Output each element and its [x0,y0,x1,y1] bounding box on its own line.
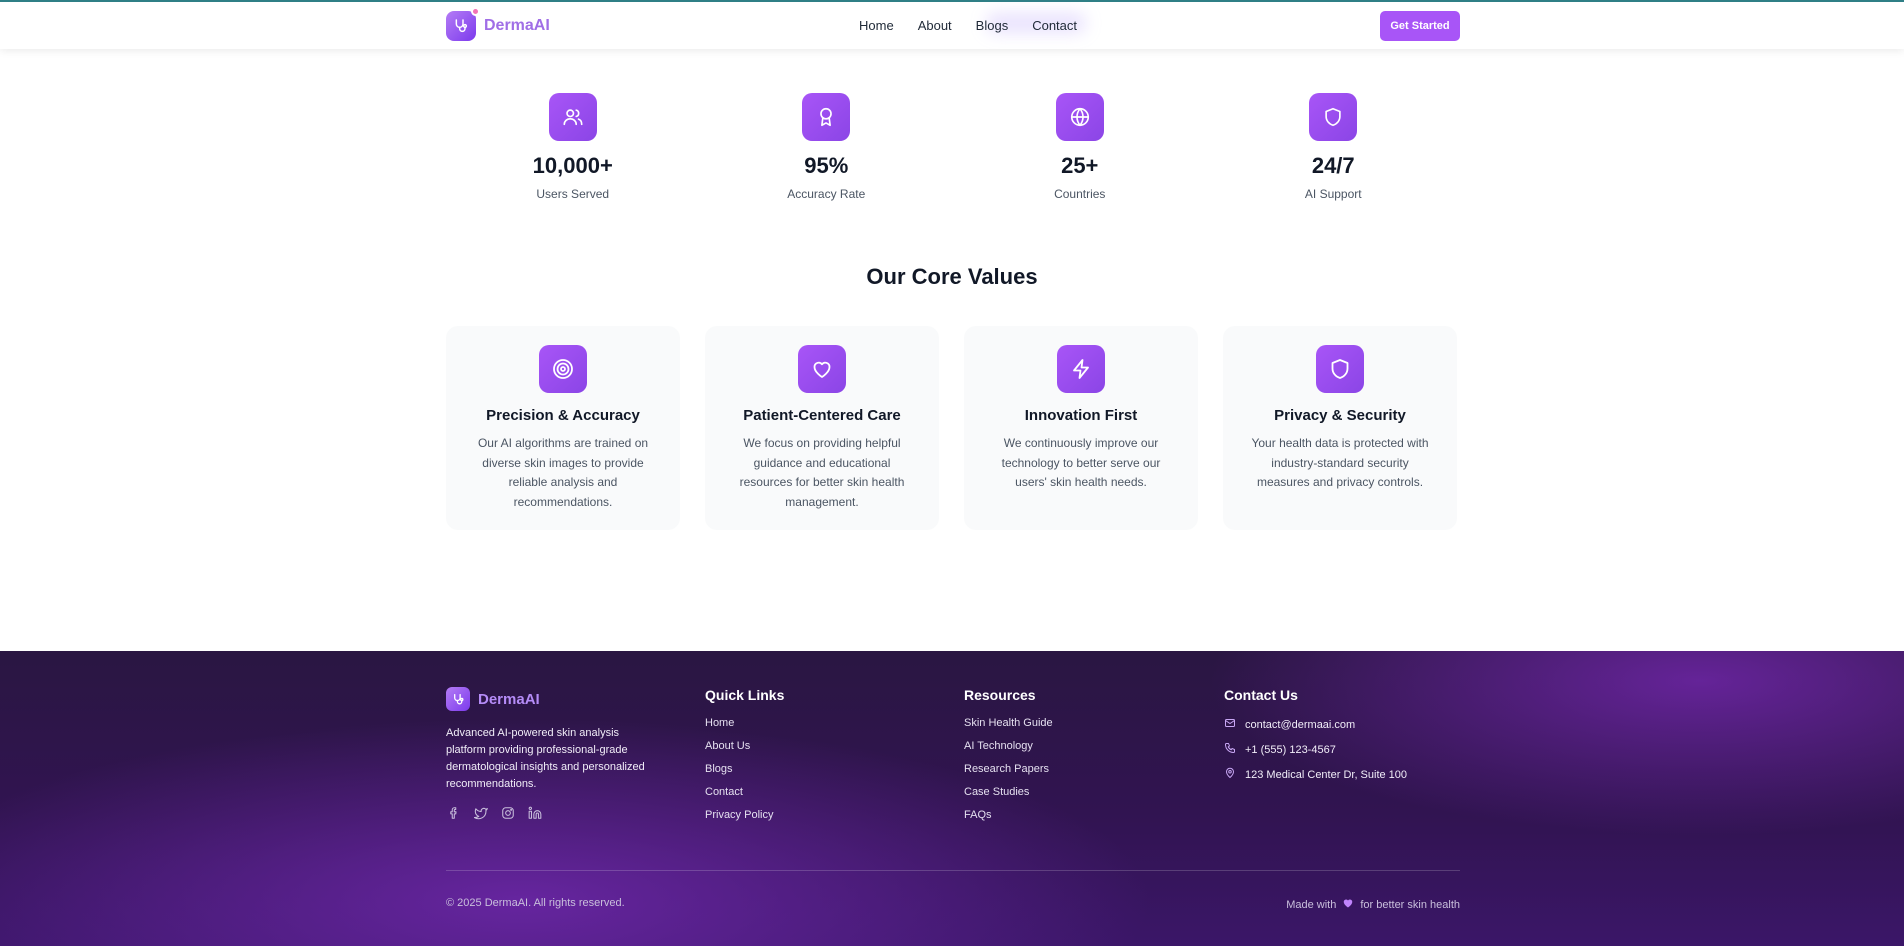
quick-links-list: Home About Us Blogs Contact Privacy Poli… [705,717,784,821]
heart-icon [1342,897,1354,912]
stat-label: Countries [1054,187,1106,201]
stethoscope-icon [446,6,480,41]
brand-name: DermaAI [484,16,550,34]
notification-dot [471,6,480,16]
value-card-innovation: Innovation First We continuously improve… [964,326,1198,530]
made-suffix: for better skin health [1360,898,1460,911]
stat-accuracy: 95% Accuracy Rate [700,93,954,201]
card-text: We focus on providing helpful guidance a… [739,436,905,509]
contact-email-text: contact@dermaai.com [1245,718,1356,731]
target-icon [539,345,587,393]
footer-brand-column: DermaAI Advanced AI-powered skin analysi… [446,687,661,821]
instagram-icon[interactable] [500,805,516,821]
value-card-patient: Patient-Centered Care We focus on provid… [705,326,939,530]
social-links [446,805,661,821]
made-with-love: Made with for better skin health [1286,897,1460,912]
value-card-privacy: Privacy & Security Your health data is p… [1223,326,1457,530]
nav-blogs[interactable]: Blogs [976,18,1009,33]
card-title: Innovation First [1024,407,1138,424]
card-title: Precision & Accuracy [486,407,640,424]
contact-phone[interactable]: +1 (555) 123-4567 [1224,742,1407,757]
phone-icon [1224,742,1236,757]
made-prefix: Made with [1286,898,1337,911]
contact-address: 123 Medical Center Dr, Suite 100 [1224,767,1407,782]
stat-value: 25+ [1061,153,1099,178]
heart-icon [798,345,846,393]
stat-countries: 25+ Countries [953,93,1207,201]
nav-home[interactable]: Home [859,18,894,33]
card-text: We continuously improve our technology t… [1001,436,1161,489]
contact-email[interactable]: contact@dermaai.com [1224,717,1407,732]
quick-links-title: Quick Links [705,687,785,703]
footer-quick-links: Quick Links Home About Us Blogs Contact … [705,687,784,832]
linkedin-icon[interactable] [527,805,543,821]
contact-title: Contact Us [1224,687,1298,703]
map-pin-icon [1224,767,1236,782]
footer-link-home[interactable]: Home [705,717,784,729]
twitter-icon[interactable] [473,805,489,821]
navbar-inner: DermaAI Home About Blogs Contact Get Sta… [446,2,1460,49]
footer-brand[interactable]: DermaAI [446,687,661,711]
footer-link-about[interactable]: About Us [705,740,784,752]
footer-description: Advanced AI-powered skin analysis platfo… [446,727,645,790]
stat-label: AI Support [1304,187,1362,201]
footer-link-case-studies[interactable]: Case Studies [964,786,1053,798]
top-navbar: DermaAI Home About Blogs Contact Get Sta… [0,0,1904,49]
shield-icon [1309,93,1358,141]
resources-list: Skin Health Guide AI Technology Research… [964,717,1053,821]
footer-contact: Contact Us contact@dermaai.com +1 (555) … [1224,687,1407,792]
mail-icon [1224,717,1236,732]
footer-brand-name: DermaAI [478,690,540,708]
stat-value: 24/7 [1311,153,1355,178]
stat-label: Accuracy Rate [787,187,866,201]
users-icon [548,93,597,141]
contact-address-text: 123 Medical Center Dr, Suite 100 [1245,768,1408,781]
footer-resources: Resources Skin Health Guide AI Technolog… [964,687,1053,832]
shield-icon [1316,345,1364,393]
footer-divider [446,870,1460,871]
footer-link-blogs[interactable]: Blogs [705,763,784,775]
award-icon [802,93,851,141]
stat-support: 24/7 AI Support [1207,93,1461,201]
core-values-title: Our Core Values [866,264,1038,289]
footer-link-ai-tech[interactable]: AI Technology [964,740,1053,752]
footer-link-faqs[interactable]: FAQs [964,809,1053,821]
card-title: Patient-Centered Care [743,407,901,424]
footer-link-research[interactable]: Research Papers [964,763,1053,775]
brand-link[interactable]: DermaAI [446,6,1086,41]
nav-contact[interactable]: Contact [1032,18,1077,33]
footer-link-skin-guide[interactable]: Skin Health Guide [964,717,1053,729]
main-nav: Home About Blogs Contact [859,18,1077,33]
card-title: Privacy & Security [1274,407,1406,424]
stethoscope-icon [446,687,470,711]
footer: DermaAI Advanced AI-powered skin analysi… [0,651,1904,946]
copyright: © 2025 DermaAI. All rights reserved. [446,897,625,909]
card-text: Our AI algorithms are trained on diverse… [477,436,649,509]
stat-users: 10,000+ Users Served [446,93,700,201]
resources-title: Resources [964,687,1036,703]
facebook-icon[interactable] [446,805,462,821]
lightning-icon [1057,345,1105,393]
nav-about[interactable]: About [918,18,952,33]
globe-icon [1055,93,1104,141]
stats-section: 10,000+ Users Served 95% Accuracy Rate 2… [446,93,1460,201]
footer-link-privacy[interactable]: Privacy Policy [705,809,784,821]
stat-value: 95% [804,153,849,178]
get-started-button[interactable]: Get Started [1380,10,1460,41]
contact-phone-text: +1 (555) 123-4567 [1245,743,1336,756]
stat-value: 10,000+ [532,153,613,178]
card-text: Your health data is protected with indus… [1251,436,1429,489]
footer-link-contact[interactable]: Contact [705,786,784,798]
value-card-precision: Precision & Accuracy Our AI algorithms a… [446,326,680,530]
stat-label: Users Served [536,187,610,201]
core-values-grid: Precision & Accuracy Our AI algorithms a… [446,326,1460,530]
